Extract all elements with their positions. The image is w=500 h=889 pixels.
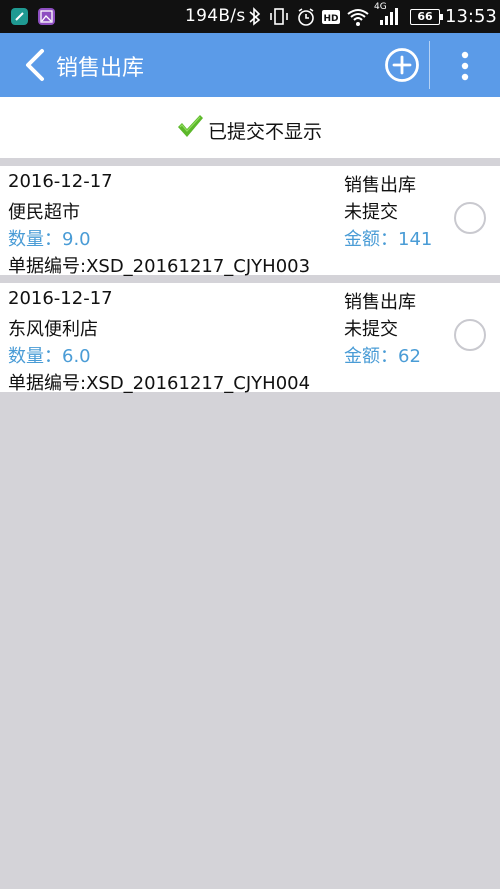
record-status: 未提交: [344, 202, 398, 223]
check-mark-icon: [178, 115, 203, 137]
app-bar: 销售出库: [0, 33, 500, 97]
svg-text:HD: HD: [323, 14, 338, 24]
more-vertical-icon[interactable]: [452, 50, 478, 82]
record-quantity: 数量：6.0: [8, 346, 91, 367]
wifi-icon: [347, 9, 369, 26]
record-amount: 金额：62: [344, 346, 421, 367]
record-status: 未提交: [344, 319, 398, 340]
record-customer: 便民超市: [8, 202, 80, 223]
record-date: 2016-12-17: [8, 288, 113, 309]
record-doc-number: 单据编号:XSD_20161217_CJYH004: [8, 373, 311, 394]
record-quantity: 数量：9.0: [8, 229, 91, 250]
add-circle-icon[interactable]: [384, 47, 420, 83]
record-type: 销售出库: [344, 175, 416, 196]
battery-level: 66: [417, 10, 433, 23]
record-type: 销售出库: [344, 292, 416, 313]
hd-icon: HD: [322, 10, 340, 24]
battery-icon: 66: [410, 9, 443, 25]
gallery-notification-icon: [38, 8, 55, 25]
alarm-icon: [298, 8, 314, 26]
record-doc-number: 单据编号:XSD_20161217_CJYH003: [8, 256, 311, 277]
list-item[interactable]: 2016-12-17 便民超市 数量：9.0 单据编号:XSD_20161217…: [0, 166, 500, 277]
record-customer: 东风便利店: [8, 319, 98, 340]
clock: 13:53: [445, 6, 497, 27]
status-bar: 194B/s HD 4G 66 13:53: [0, 0, 500, 33]
app-bar-divider: [429, 41, 430, 89]
record-select-checkbox[interactable]: [454, 202, 486, 234]
hide-submitted-label: 已提交不显示: [208, 121, 323, 143]
record-date: 2016-12-17: [8, 171, 113, 192]
net-speed: 194B/s: [185, 6, 246, 26]
list-item[interactable]: 2016-12-17 东风便利店 数量：6.0 单据编号:XSD_2016121…: [0, 283, 500, 394]
signal-icon: [380, 8, 398, 25]
app-notification-icon: [11, 8, 28, 25]
page-title: 销售出库: [56, 56, 145, 81]
hide-submitted-toggle[interactable]: 已提交不显示: [0, 97, 500, 158]
back-arrow-icon[interactable]: [20, 48, 50, 82]
record-select-checkbox[interactable]: [454, 319, 486, 351]
bluetooth-icon: [249, 7, 261, 26]
record-amount: 金额：141: [344, 229, 433, 250]
vibrate-icon: [270, 8, 288, 25]
